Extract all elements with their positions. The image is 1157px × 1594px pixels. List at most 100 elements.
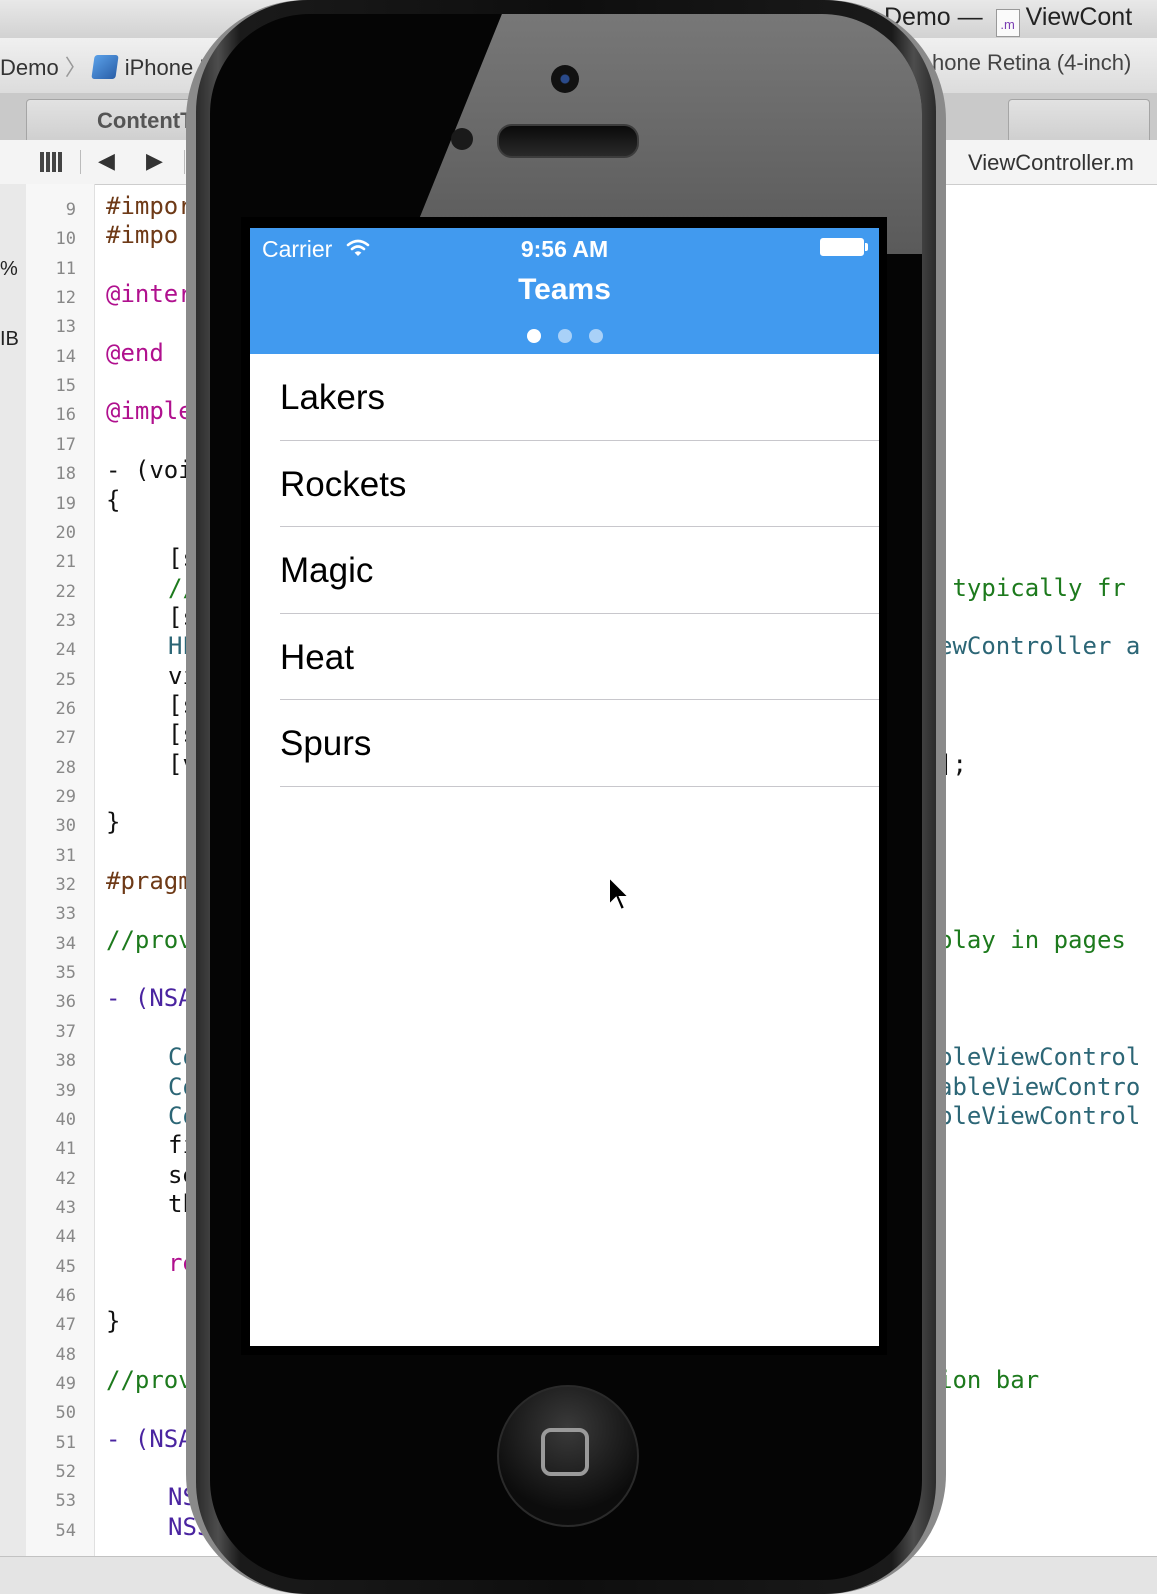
navigation-bar: Carrier 9:56 AM Teams bbox=[250, 228, 879, 354]
code-fragment: typically fr bbox=[938, 573, 1126, 602]
line-number: 18 bbox=[55, 464, 76, 485]
line-number: 48 bbox=[55, 1344, 76, 1365]
code-fragment: - (NSA bbox=[106, 1424, 193, 1453]
line-number: 43 bbox=[55, 1197, 76, 1218]
code-fragment: } bbox=[106, 1307, 121, 1336]
line-number: 10 bbox=[55, 229, 76, 250]
line-number: 49 bbox=[55, 1374, 76, 1394]
speaker-icon bbox=[497, 124, 639, 158]
run-destination[interactable]: hone Retina (4-inch) bbox=[932, 50, 1131, 76]
page-dot[interactable] bbox=[588, 329, 603, 343]
code-fragment: } bbox=[106, 808, 121, 837]
battery-tip bbox=[865, 243, 868, 251]
toolbar-divider bbox=[184, 150, 185, 174]
objc-file-icon: .m bbox=[995, 9, 1020, 37]
line-number: 44 bbox=[55, 1227, 76, 1248]
line-number: 22 bbox=[55, 581, 76, 602]
scheme-selector[interactable]: Demo 〉 iPhone R bbox=[0, 50, 215, 82]
navigator-edge: % IB bbox=[0, 184, 27, 1584]
grid-icon[interactable] bbox=[40, 152, 62, 172]
code-fragment: //prov bbox=[106, 925, 193, 954]
line-number: 33 bbox=[55, 904, 76, 925]
line-number: 47 bbox=[55, 1315, 76, 1336]
line-number: 9 bbox=[65, 200, 76, 220]
side-label: % bbox=[0, 258, 18, 280]
table-row[interactable]: Heat bbox=[280, 614, 879, 700]
editor-tab-right[interactable] bbox=[1008, 99, 1150, 141]
code-fragment: - (voi bbox=[106, 456, 193, 485]
jump-bar-filename[interactable]: ViewController.m bbox=[968, 150, 1134, 176]
line-number: 20 bbox=[55, 522, 76, 543]
team-name: Spurs bbox=[280, 724, 372, 763]
team-name: Magic bbox=[280, 551, 374, 590]
sensor-icon bbox=[451, 128, 473, 150]
line-number: 12 bbox=[55, 288, 76, 309]
line-number: 15 bbox=[55, 376, 76, 397]
line-number: 11 bbox=[55, 258, 76, 279]
page-dot[interactable] bbox=[526, 329, 541, 343]
nav-title: Teams bbox=[518, 273, 611, 306]
line-number: 39 bbox=[55, 1080, 76, 1101]
line-number: 17 bbox=[55, 434, 76, 455]
team-name: Lakers bbox=[280, 378, 386, 417]
cursor-arrow-icon bbox=[608, 876, 631, 912]
line-number: 35 bbox=[55, 963, 76, 984]
table-row[interactable]: Magic bbox=[280, 527, 879, 614]
code-fragment: @end bbox=[106, 338, 164, 367]
chevron-right-icon: 〉 bbox=[64, 55, 87, 80]
scheme-project[interactable]: Demo bbox=[0, 55, 59, 80]
line-number: 31 bbox=[55, 845, 76, 866]
page-control[interactable] bbox=[250, 329, 879, 343]
table-row[interactable]: Spurs bbox=[280, 700, 879, 787]
line-number: 14 bbox=[55, 346, 76, 367]
line-number: 28 bbox=[55, 757, 76, 778]
line-number: 16 bbox=[55, 405, 76, 426]
desktop-root: Demo — .m ViewCont Demo 〉 iPhone R hone Ret… bbox=[0, 0, 1157, 1594]
code-fragment: { bbox=[106, 485, 121, 514]
line-number: 21 bbox=[55, 552, 76, 573]
home-square-icon bbox=[541, 1428, 589, 1476]
line-number: 45 bbox=[55, 1256, 76, 1277]
code-fragment: - (NSA bbox=[106, 984, 193, 1013]
code-fragment: ableViewContro bbox=[938, 1072, 1141, 1101]
forward-arrow-icon[interactable]: ▶ bbox=[146, 148, 163, 174]
code-fragment: bleViewControl bbox=[938, 1043, 1141, 1072]
back-arrow-icon[interactable]: ◀ bbox=[98, 148, 115, 174]
line-number: 25 bbox=[55, 669, 76, 690]
code-fragment: bleViewControl bbox=[938, 1101, 1141, 1130]
side-label: IB bbox=[0, 328, 19, 350]
code-fragment: //prov bbox=[106, 1366, 193, 1394]
code-fragment: #impo bbox=[106, 221, 179, 250]
line-number: 23 bbox=[55, 610, 76, 631]
code-fragment: ion bar bbox=[938, 1366, 1040, 1394]
line-number: 41 bbox=[55, 1139, 76, 1160]
code-fragment: @imple bbox=[106, 397, 193, 426]
status-time: 9:56 AM bbox=[520, 236, 609, 262]
code-fragment: @inter bbox=[106, 280, 193, 309]
line-number: 24 bbox=[55, 640, 76, 661]
line-number: 19 bbox=[55, 493, 76, 514]
camera-icon bbox=[551, 65, 579, 93]
table-row[interactable]: Rockets bbox=[280, 441, 879, 527]
code-fragment: ewController a bbox=[938, 632, 1141, 661]
line-number: 54 bbox=[55, 1520, 76, 1541]
line-number: 46 bbox=[55, 1285, 76, 1306]
line-number: 29 bbox=[55, 787, 76, 807]
line-number: 38 bbox=[55, 1051, 76, 1072]
line-number: 36 bbox=[55, 992, 76, 1013]
table-row[interactable]: Lakers bbox=[280, 354, 879, 441]
line-number: 32 bbox=[55, 875, 76, 896]
code-fragment: #impor bbox=[106, 192, 193, 220]
code-fragment: play in pages bbox=[938, 925, 1126, 954]
line-number: 26 bbox=[55, 698, 76, 719]
page-dot[interactable] bbox=[557, 329, 572, 343]
team-name: Rockets bbox=[280, 464, 407, 504]
battery-icon bbox=[820, 238, 864, 256]
window-title-file: ViewCont bbox=[1025, 3, 1133, 31]
line-number: 53 bbox=[55, 1491, 76, 1512]
line-number: 52 bbox=[55, 1462, 76, 1483]
simulator-screen: Carrier 9:56 AM Teams Lakers Rockets Magic… bbox=[250, 228, 879, 1346]
line-number: 30 bbox=[55, 816, 76, 837]
code-fragment: #pragm bbox=[106, 867, 193, 896]
line-number: 42 bbox=[55, 1168, 76, 1189]
